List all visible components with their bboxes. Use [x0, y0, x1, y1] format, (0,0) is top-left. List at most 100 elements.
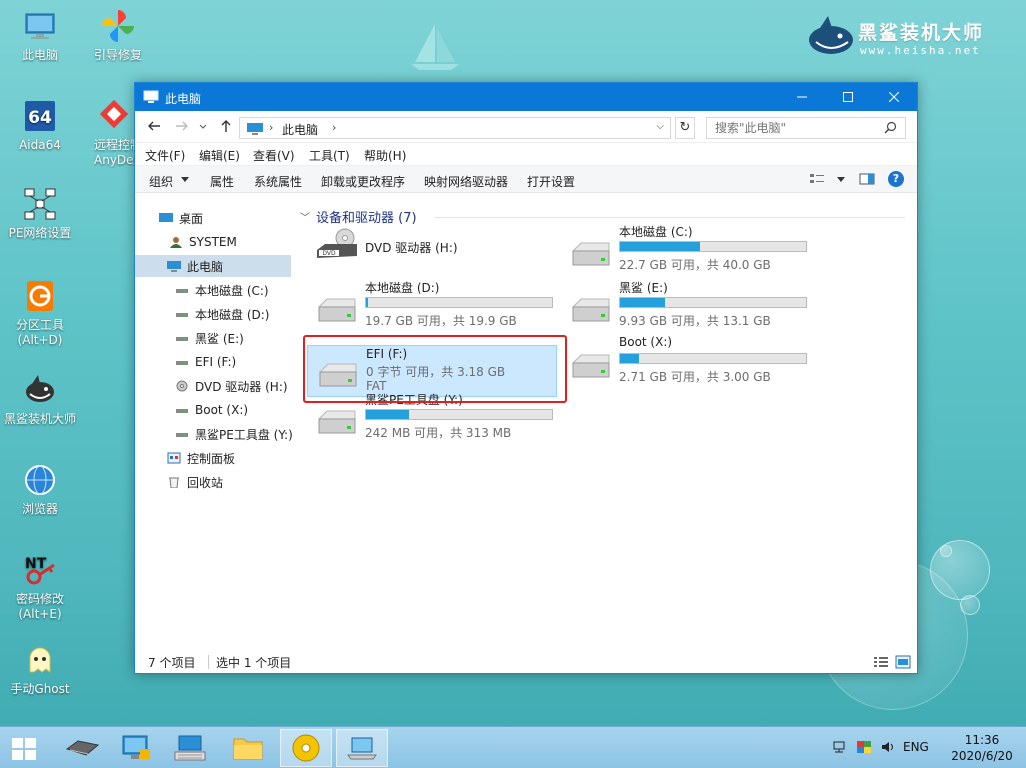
preview-pane-icon[interactable]	[859, 172, 875, 186]
taskbar-app-hardware[interactable]	[56, 729, 108, 767]
status-bar: 7 个项目 选中 1 个项目	[135, 651, 917, 673]
volume-tray-icon[interactable]	[880, 740, 896, 754]
recent-locations-button[interactable]	[197, 119, 209, 135]
group-title: 设备和驱动器 (7)	[316, 211, 417, 226]
chevron-right-icon[interactable]: ›	[332, 121, 336, 134]
drive-space-info: 22.7 GB 可用，共 40.0 GB	[619, 258, 771, 272]
drive-tile-e[interactable]: 黑鲨 (E:) 9.93 GB 可用，共 13.1 GB	[559, 279, 813, 331]
network-tray-icon[interactable]	[832, 740, 848, 754]
search-box[interactable]	[706, 117, 906, 139]
drive-usage-fill	[620, 242, 700, 251]
desktop-icon-aida64[interactable]: 64 Aida64	[0, 98, 80, 153]
nav-item-label: 桌面	[179, 211, 204, 226]
color-tray-icon[interactable]	[856, 740, 872, 754]
desktop-icon-label: 引导修复	[93, 48, 142, 62]
drive-tile-dvd-h[interactable]: DVD DVD 驱动器 (H:)	[305, 227, 559, 279]
maximize-button[interactable]	[825, 83, 871, 111]
menu-tools[interactable]: 工具(T)	[309, 143, 350, 164]
organize-button[interactable]: 组织	[149, 173, 173, 190]
desktop-icon-pe-network[interactable]: PE网络设置	[0, 186, 80, 241]
nav-item-recycle-bin[interactable]: 回收站	[167, 471, 291, 493]
clock-time: 11:36	[964, 733, 1000, 747]
taskbar-app-explorer[interactable]	[222, 729, 274, 767]
group-header[interactable]: ﹀ 设备和驱动器 (7)	[300, 207, 417, 226]
change-view-icon[interactable]	[809, 172, 825, 186]
desktop-icon-label: 远程控制	[94, 138, 134, 152]
taskbar: ENG 11:36 2020/6/20	[0, 726, 1026, 768]
nav-item-drive-c[interactable]: 本地磁盘 (C:)	[175, 279, 293, 301]
map-network-drive-button[interactable]: 映射网络驱动器	[424, 173, 508, 190]
drive-tile-c[interactable]: 本地磁盘 (C:) 22.7 GB 可用，共 40.0 GB	[559, 223, 813, 275]
drive-name: 本地磁盘 (C:)	[619, 225, 693, 239]
help-icon[interactable]: ?	[888, 171, 904, 187]
explorer-window[interactable]: 此电脑 › 此电脑 › ⌵ ↻ 搜索"此电脑" 文件(F) 编辑(E) 查看(V…	[134, 82, 918, 674]
uninstall-programs-button[interactable]: 卸载或更改程序	[321, 173, 405, 190]
chevron-down-icon[interactable]	[837, 177, 845, 183]
nav-item-drive-e[interactable]: 黑鲨 (E:)	[175, 327, 293, 349]
nav-item-control-panel[interactable]: 控制面板	[167, 447, 291, 469]
drive-name: 黑鲨 (E:)	[619, 281, 668, 295]
title-bar[interactable]: 此电脑	[135, 83, 917, 111]
desktop-icon-heisha[interactable]: 黑鲨装机大师	[0, 372, 80, 427]
network-icon	[24, 188, 56, 220]
menu-view[interactable]: 查看(V)	[253, 143, 295, 164]
taskbar-app-this-pc[interactable]	[336, 729, 388, 767]
desktop-icon-anydesk[interactable]: 远程控制 AnyDesk	[82, 98, 134, 168]
windows-start-icon[interactable]	[12, 738, 36, 760]
refresh-button[interactable]: ↻	[675, 117, 695, 139]
drive-tile-d[interactable]: 本地磁盘 (D:) 19.7 GB 可用，共 19.9 GB	[305, 279, 559, 331]
details-view-icon[interactable]	[873, 655, 889, 669]
desktop-icon-ghost[interactable]: 手动Ghost	[0, 642, 80, 697]
desktop-icon-boot-repair[interactable]: 引导修复	[78, 8, 158, 63]
nav-item-label: SYSTEM	[189, 235, 237, 249]
system-properties-button[interactable]: 系统属性	[254, 173, 302, 190]
menu-help[interactable]: 帮助(H)	[364, 143, 406, 164]
navigation-pane: 桌面 SYSTEM 此电脑 本地磁盘 (C:) 本地磁盘 (D:) 黑鲨 (E:…	[135, 195, 293, 651]
nav-item-system[interactable]: SYSTEM	[169, 231, 289, 253]
desktop-icon-password[interactable]: NT 密码修改 (Alt+E)	[0, 552, 80, 622]
breadcrumb-this-pc[interactable]: 此电脑	[282, 121, 318, 138]
menu-file[interactable]: 文件(F)	[145, 143, 185, 164]
back-button[interactable]	[145, 119, 163, 135]
nav-item-desktop[interactable]: 桌面	[159, 207, 289, 229]
desktop-icon-label: 浏览器	[21, 502, 58, 516]
properties-button[interactable]: 属性	[210, 173, 234, 190]
drive-name: 本地磁盘 (D:)	[365, 281, 440, 295]
desktop-icon-partition[interactable]: 分区工具 (Alt+D)	[0, 278, 80, 348]
nav-item-this-pc[interactable]: 此电脑	[135, 255, 291, 277]
laptop-icon	[347, 737, 377, 760]
up-button[interactable]	[217, 119, 235, 135]
taskbar-app-network[interactable]	[110, 729, 162, 767]
desktop-icon-browser[interactable]: 浏览器	[0, 462, 80, 517]
drive-usage-bar	[619, 241, 807, 252]
computer-icon	[167, 261, 181, 272]
close-button[interactable]	[871, 83, 917, 111]
input-language-indicator[interactable]: ENG	[903, 740, 929, 754]
selection-count: 选中 1 个项目	[216, 656, 292, 670]
taskbar-app-keyboard[interactable]	[164, 729, 216, 767]
nav-item-drive-y[interactable]: 黑鲨PE工具盘 (Y:)	[175, 423, 293, 445]
drive-tile-x[interactable]: Boot (X:) 2.71 GB 可用，共 3.00 GB	[559, 335, 813, 387]
chevron-down-icon[interactable]: ﹀	[300, 209, 310, 224]
forward-button[interactable]	[173, 119, 191, 135]
nav-item-dvd-h[interactable]: DVD 驱动器 (H:)	[175, 375, 293, 397]
command-bar: 组织 属性 系统属性 卸载或更改程序 映射网络驱动器 打开设置 ?	[135, 165, 917, 193]
nav-item-drive-d[interactable]: 本地磁盘 (D:)	[175, 303, 293, 325]
clock[interactable]: 11:36 2020/6/20	[950, 732, 1014, 764]
drive-space-info: 19.7 GB 可用，共 19.9 GB	[365, 314, 517, 328]
nav-item-drive-x[interactable]: Boot (X:)	[175, 399, 293, 421]
minimize-button[interactable]	[779, 83, 825, 111]
drive-usage-bar	[365, 297, 553, 308]
nav-item-drive-f[interactable]: EFI (F:)	[175, 351, 293, 373]
chevron-down-icon[interactable]	[181, 177, 189, 183]
taskbar-app-disc[interactable]	[280, 729, 332, 767]
desktop-icon-this-pc[interactable]: 此电脑	[0, 8, 80, 63]
menu-edit[interactable]: 编辑(E)	[199, 143, 240, 164]
address-dropdown-icon[interactable]: ⌵	[656, 121, 664, 132]
open-settings-button[interactable]: 打开设置	[527, 173, 575, 190]
search-input[interactable]	[715, 118, 885, 138]
chevron-right-icon[interactable]: ›	[269, 121, 273, 134]
large-icons-view-icon[interactable]	[895, 655, 911, 669]
drive-usage-bar	[619, 353, 807, 364]
address-field[interactable]: › 此电脑 › ⌵	[239, 117, 671, 139]
